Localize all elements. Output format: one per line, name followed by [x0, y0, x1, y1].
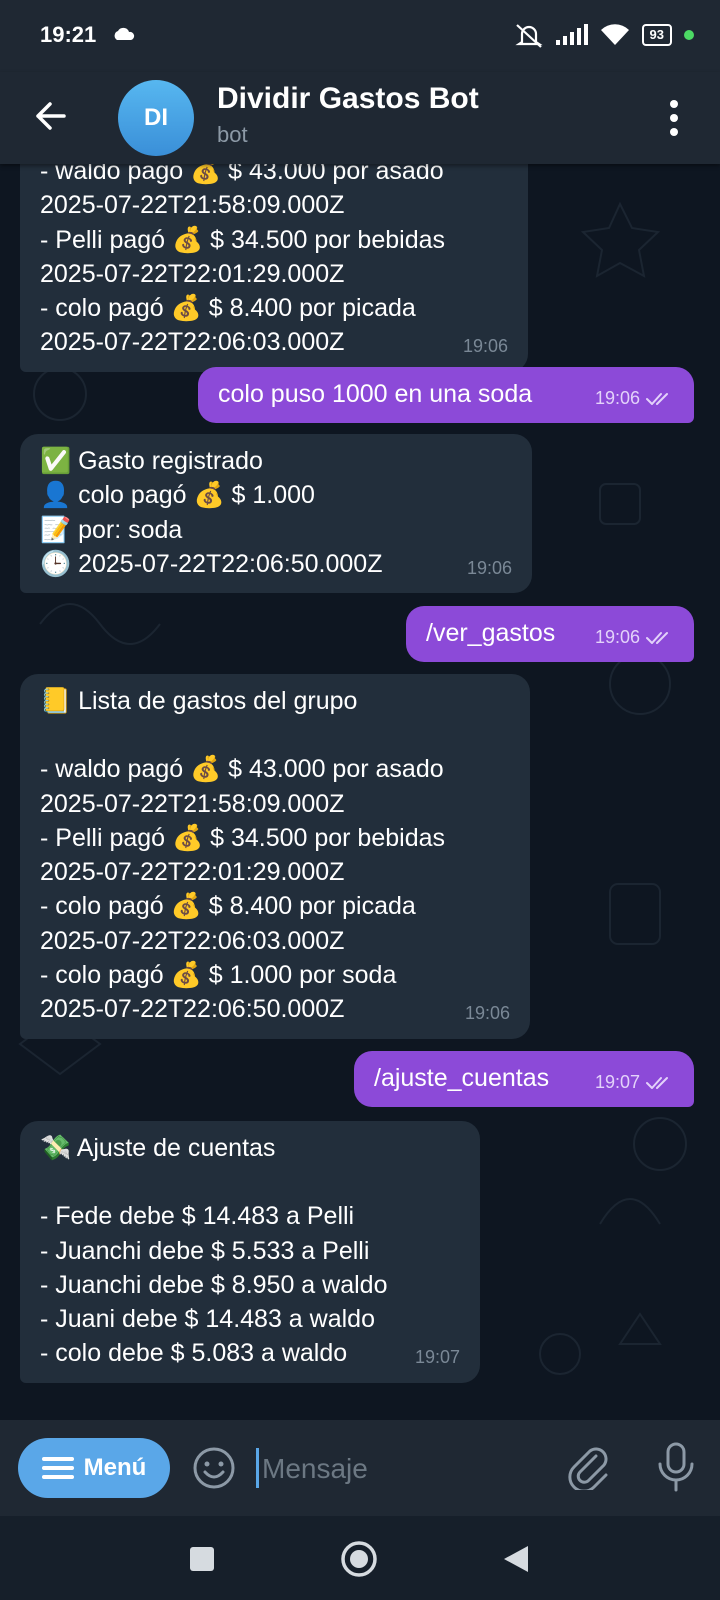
message-time: 19:06 [595, 381, 676, 415]
emoji-icon[interactable] [192, 1446, 236, 1490]
microphone-icon[interactable] [654, 1442, 698, 1492]
chat-area[interactable]: - waldo pagó 💰 $ 43.000 por asado 2025-07… [0, 164, 720, 1420]
muted-bell-icon [514, 24, 543, 48]
read-ticks-icon [646, 1077, 668, 1090]
message-line: - waldo pagó 💰 $ 43.000 por asado [40, 755, 444, 784]
message-line: 📝 por: soda [40, 515, 183, 544]
wifi-icon [600, 24, 629, 45]
message-line: 2025-07-22T22:06:03.000Z [40, 926, 345, 955]
signal-icon [555, 24, 588, 45]
message-line: ✅ Gasto registrado [40, 447, 263, 475]
message-time: 19:07 [415, 1340, 460, 1374]
message-line: - colo debe $ 5.083 a waldo [40, 1339, 348, 1368]
hamburger-icon [41, 1457, 74, 1479]
message-line: 💸 Ajuste de cuentas [40, 1134, 276, 1162]
home-icon[interactable] [340, 1540, 378, 1578]
message-time: 19:06 [467, 551, 512, 585]
message-line: - Pelli pagó 💰 $ 34.500 por bebidas [40, 225, 446, 254]
bot-avatar[interactable]: DI [118, 80, 194, 156]
message-line: - colo pagó 💰 $ 8.400 por picada [40, 294, 416, 323]
message-line: - Juani debe $ 14.483 a waldo [40, 1305, 375, 1334]
chat-header: DI Dividir Gastos Bot bot [0, 72, 720, 164]
battery-level: 93 [641, 24, 672, 46]
incoming-message[interactable]: ✅ Gasto registrado 👤 colo pagó 💰 $ 1.000 📝… [20, 434, 532, 594]
message-line: 📒 Lista de gastos del grupo [40, 687, 358, 715]
message-line: 2025-07-22T22:06:50.000Z [40, 995, 345, 1024]
input-bar: Menú [0, 1420, 720, 1516]
back-arrow-icon[interactable] [30, 94, 74, 138]
active-dot [684, 30, 694, 40]
message-line: 2025-07-22T21:58:09.000Z [40, 789, 345, 818]
back-nav-icon[interactable] [502, 1544, 530, 1574]
message-line: 2025-07-22T21:58:09.000Z [40, 191, 345, 220]
message-line [40, 1165, 460, 1199]
incoming-message[interactable]: 📒 Lista de gastos del grupo - waldo pagó … [20, 674, 530, 1039]
message-time-text: 19:06 [466, 557, 512, 578]
outgoing-message[interactable]: /ajuste_cuentas 19:07 [354, 1051, 694, 1108]
more-options-icon[interactable] [668, 98, 680, 138]
chat-subtitle: bot [217, 122, 248, 147]
incoming-message[interactable]: 💸 Ajuste de cuentas - Fede debe $ 14.483 … [20, 1121, 480, 1383]
message-time-text: 19:06 [462, 336, 508, 357]
message-time-text: 19:07 [414, 1347, 460, 1368]
message-time: 19:06 [465, 996, 510, 1030]
status-icons: 93 [514, 22, 694, 48]
read-ticks-icon [646, 632, 668, 645]
chat-title[interactable]: Dividir Gastos Bot [217, 82, 479, 116]
message-line [40, 718, 510, 752]
message-line: - colo pagó 💰 $ 1.000 por soda [40, 961, 397, 990]
menu-label: Menú [83, 1454, 147, 1481]
message-line: - colo pagó 💰 $ 8.400 por picada [40, 892, 416, 921]
message-line: 2025-07-22T22:01:29.000Z [40, 858, 345, 887]
message-time: 19:06 [463, 329, 508, 363]
message-line: - Juanchi debe $ 8.950 a waldo [40, 1270, 388, 1299]
message-time-text: 19:06 [594, 388, 640, 408]
incoming-message[interactable]: - waldo pagó 💰 $ 43.000 por asado 2025-07… [20, 164, 528, 372]
recents-icon[interactable] [189, 1546, 215, 1572]
message-line: 👤 colo pagó 💰 $ 1.000 [40, 481, 315, 510]
message-time-text: 19:07 [594, 1072, 640, 1092]
message-line: - Juanchi debe $ 5.533 a Pelli [40, 1236, 370, 1265]
message-time: 19:06 [595, 620, 676, 654]
message-input[interactable] [260, 1442, 544, 1496]
system-nav-bar [0, 1516, 720, 1600]
message-line: - waldo pagó 💰 $ 43.000 por asado [40, 164, 444, 185]
message-time-text: 19:06 [464, 1003, 510, 1024]
message-line: - Fede debe $ 14.483 a Pelli [40, 1202, 355, 1231]
message-time: 19:07 [595, 1065, 676, 1099]
outgoing-message[interactable]: colo puso 1000 en una soda 19:06 [198, 367, 694, 424]
attachment-icon[interactable] [566, 1444, 612, 1490]
cloud-icon [114, 27, 135, 40]
menu-button[interactable]: Menú [18, 1438, 170, 1498]
message-time-text: 19:06 [594, 627, 640, 647]
read-ticks-icon [646, 393, 668, 406]
message-line: 2025-07-22T22:06:03.000Z [40, 328, 345, 357]
text-cursor [256, 1448, 259, 1488]
message-line: 2025-07-22T22:01:29.000Z [40, 259, 345, 288]
outgoing-message[interactable]: /ver_gastos 19:06 [406, 606, 694, 663]
status-time: 19:21 [40, 22, 97, 47]
message-line: 🕒 2025-07-22T22:06:50.000Z [40, 549, 383, 578]
status-bar: 19:21 93 [0, 0, 720, 72]
message-line: - Pelli pagó 💰 $ 34.500 por bebidas [40, 823, 446, 852]
